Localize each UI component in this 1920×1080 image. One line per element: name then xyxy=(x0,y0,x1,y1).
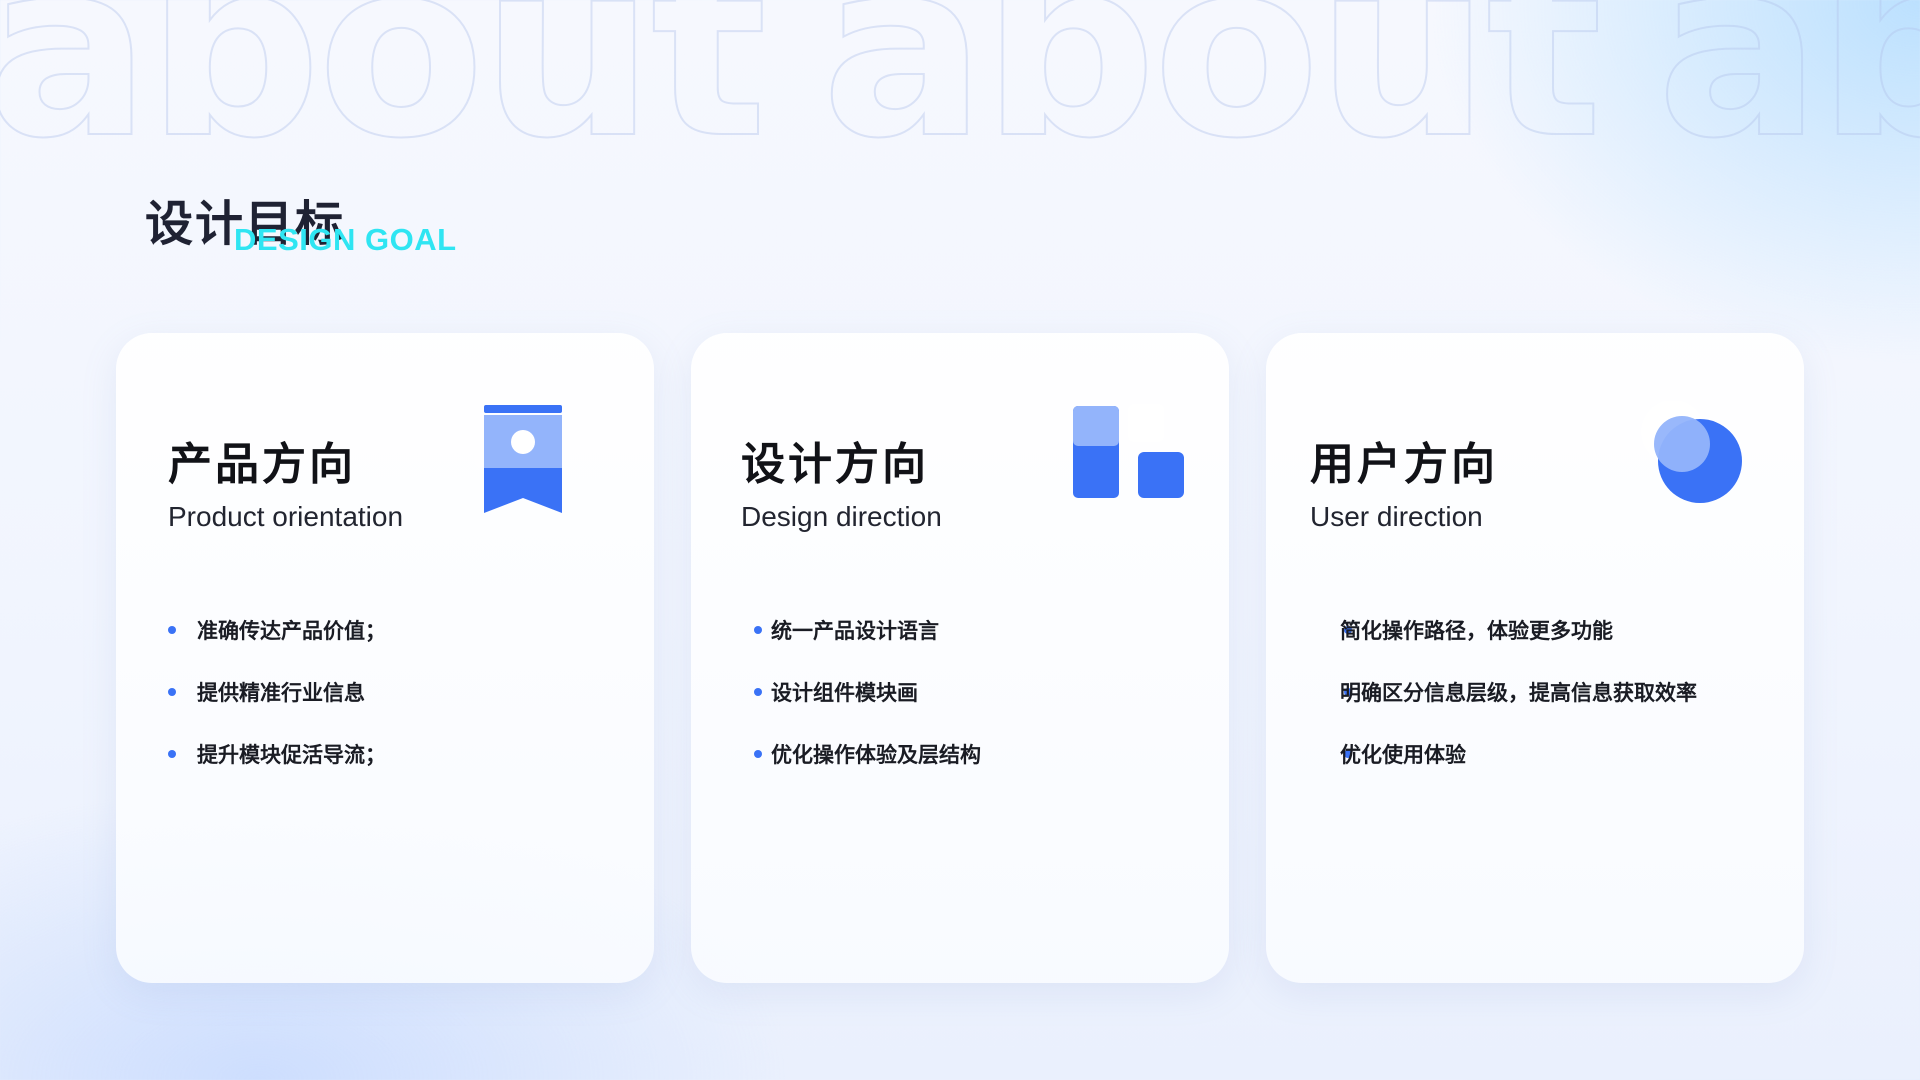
list-item-text: 设计组件模块画 xyxy=(771,681,918,705)
bookmark-icon xyxy=(475,405,563,513)
page-subtitle: DESIGN GOAL xyxy=(234,222,457,257)
list-item-text: 优化使用体验 xyxy=(1340,743,1466,767)
bullet-dot xyxy=(168,750,176,758)
bullet-dot xyxy=(168,626,176,634)
bullet-dot xyxy=(754,688,762,696)
card-title: 设计方向 xyxy=(741,439,929,490)
card-subtitle: User direction xyxy=(1310,501,1483,532)
list-item-text: 提供精准行业信息 xyxy=(197,681,365,705)
card-subtitle: Design direction xyxy=(741,501,942,532)
background-watermark: about about about xyxy=(0,0,1920,193)
card-title: 用户方向 xyxy=(1310,439,1498,490)
card-product-orientation: 产品方向 Product orientation 准确传达产品价值； 提供精准行… xyxy=(116,333,654,983)
list-item-text: 准确传达产品价值； xyxy=(197,619,386,643)
bullet-dot xyxy=(168,688,176,696)
card-user-direction: 用户方向 User direction 简化操作路径，体验更多功能 明确区分信息… xyxy=(1266,333,1804,983)
list-item-text: 提升模块促活导流； xyxy=(197,743,386,767)
blocks-icon xyxy=(1073,404,1184,498)
list-item-text: 优化操作体验及层结构 xyxy=(771,743,981,767)
list-item-text: 明确区分信息层级，提高信息获取效率 xyxy=(1340,681,1697,705)
card-design-direction: 设计方向 Design direction 统一产品设计语言 设计组件模块画 优… xyxy=(691,333,1229,983)
card-subtitle: Product orientation xyxy=(168,501,404,532)
card-title: 产品方向 xyxy=(168,439,356,490)
list-item-text: 简化操作路径，体验更多功能 xyxy=(1340,619,1613,643)
list-item-text: 统一产品设计语言 xyxy=(771,619,939,643)
watermark-word: about xyxy=(1656,0,1920,193)
watermark-word: about xyxy=(820,0,1603,193)
bullet-dot xyxy=(754,626,762,634)
circle-icon xyxy=(1641,401,1742,503)
bullet-dot xyxy=(754,750,762,758)
watermark-word: about xyxy=(0,0,768,193)
